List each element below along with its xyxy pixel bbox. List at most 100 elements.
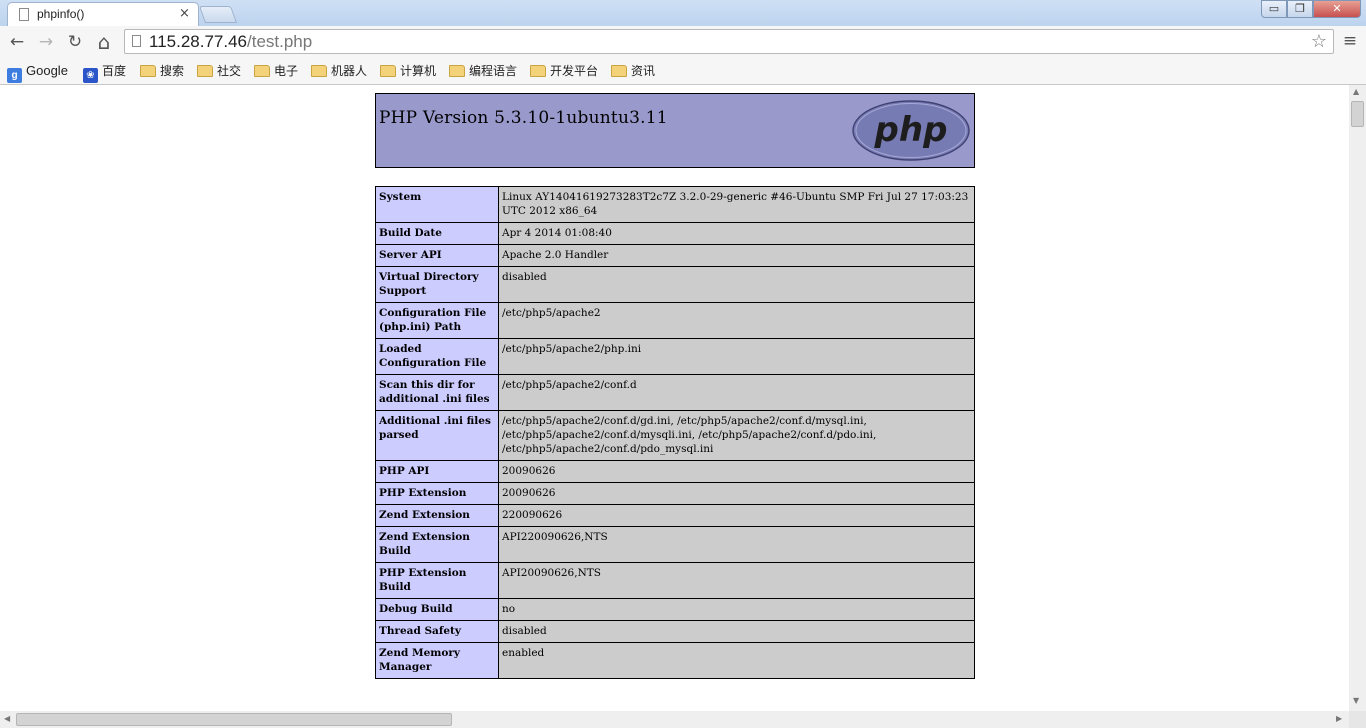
row-key: Loaded Configuration File <box>375 338 499 375</box>
table-row: Additional .ini files parsed/etc/php5/ap… <box>375 410 975 461</box>
forward-arrow-icon[interactable]: → <box>34 30 58 54</box>
bookmark-folder[interactable]: 开发平台 <box>530 62 598 80</box>
row-value: API20090626,NTS <box>498 562 975 599</box>
url-path: /test.php <box>247 32 313 51</box>
row-key: Configuration File (php.ini) Path <box>375 302 499 339</box>
bookmark-folder[interactable]: 社交 <box>197 62 241 80</box>
row-key: PHP API <box>375 460 499 483</box>
row-key: Server API <box>375 244 499 267</box>
row-key: Additional .ini files parsed <box>375 410 499 461</box>
table-row: Build Date Apr 4 2014 01:08:40 <box>375 222 975 245</box>
bookmark-folder[interactable]: 搜索 <box>140 62 184 80</box>
bookmark-label: 开发平台 <box>550 64 599 78</box>
page-title: PHP Version 5.3.10-1ubuntu3.11 <box>379 108 668 128</box>
table-row: PHP API 20090626 <box>375 460 975 483</box>
row-key: Zend Extension <box>375 504 499 527</box>
bookmark-folder[interactable]: 资讯 <box>611 62 655 80</box>
row-value: no <box>498 598 975 621</box>
url-text[interactable]: 115.28.77.46/test.php <box>149 32 312 52</box>
folder-icon <box>611 65 627 77</box>
bookmark-label: Google <box>26 63 68 78</box>
bookmark-label: 电子 <box>274 64 299 78</box>
row-key: System <box>375 186 499 223</box>
folder-icon <box>449 65 465 77</box>
table-row: System Linux AY14041619273283T2c7Z 3.2.0-… <box>375 186 975 223</box>
browser-toolbar: ← → ↻ ⌂ 115.28.77.46/test.php ☆ ≡ <box>0 26 1366 58</box>
row-value: 20090626 <box>498 482 975 505</box>
home-icon[interactable]: ⌂ <box>92 30 116 54</box>
row-value: /etc/php5/apache2 <box>498 302 975 339</box>
page-viewport: PHP Version 5.3.10-1ubuntu3.11 php Syste… <box>0 85 1349 711</box>
php-version-header: PHP Version 5.3.10-1ubuntu3.11 php <box>375 93 975 168</box>
row-value: /etc/php5/apache2/conf.d <box>498 374 975 411</box>
vertical-scrollbar[interactable]: ▲ ▼ <box>1349 85 1366 711</box>
horizontal-scroll-thumb[interactable] <box>16 713 452 726</box>
new-tab-button[interactable] <box>198 6 238 23</box>
horizontal-scrollbar[interactable]: ◀ ▶ <box>0 711 1349 728</box>
folder-icon <box>140 65 156 77</box>
table-row: Zend Memory Manager enabled <box>375 642 975 679</box>
row-value: disabled <box>498 266 975 303</box>
page-icon <box>19 8 29 21</box>
window-close-button[interactable]: ✕ <box>1313 0 1361 18</box>
table-row: Thread Safety disabled <box>375 620 975 643</box>
php-logo[interactable]: php <box>852 100 970 161</box>
row-key: Build Date <box>375 222 499 245</box>
row-value: API220090626,NTS <box>498 526 975 563</box>
row-key: PHP Extension <box>375 482 499 505</box>
bookmark-label: 搜索 <box>160 64 185 78</box>
bookmark-google[interactable]: g Google <box>7 62 68 83</box>
bookmarks-bar: g Google ❀ 百度 搜索 社交 电子 机器人 计算机 编程语言 开发平台 资… <box>0 58 1366 85</box>
address-bar[interactable]: 115.28.77.46/test.php ☆ <box>124 29 1334 54</box>
page-info-icon[interactable] <box>132 35 141 47</box>
row-value: /etc/php5/apache2/conf.d/gd.ini, /etc/ph… <box>498 410 975 461</box>
row-value: /etc/php5/apache2/php.ini <box>498 338 975 375</box>
row-key: Scan this dir for additional .ini files <box>375 374 499 411</box>
row-value: Linux AY14041619273283T2c7Z 3.2.0-29-gen… <box>498 186 975 223</box>
folder-icon <box>380 65 396 77</box>
bookmark-label: 社交 <box>217 64 242 78</box>
scroll-left-icon[interactable]: ◀ <box>4 714 10 723</box>
tab-title: phpinfo() <box>37 7 85 21</box>
vertical-scroll-thumb[interactable] <box>1351 101 1364 127</box>
row-key: Thread Safety <box>375 620 499 643</box>
table-row: Scan this dir for additional .ini files /… <box>375 374 975 411</box>
table-row: Zend Extension 220090626 <box>375 504 975 527</box>
bookmark-folder[interactable]: 电子 <box>254 62 298 80</box>
scroll-right-icon[interactable]: ▶ <box>1336 714 1342 723</box>
bookmark-baidu[interactable]: ❀ 百度 <box>83 62 126 83</box>
table-row: PHP Extension 20090626 <box>375 482 975 505</box>
minimize-button[interactable]: ▭ <box>1261 0 1287 18</box>
bookmark-folder[interactable]: 计算机 <box>380 62 436 80</box>
folder-icon <box>311 65 327 77</box>
browser-tab-active[interactable]: phpinfo() × <box>7 2 199 27</box>
bookmark-label: 资讯 <box>631 64 656 78</box>
php-info-table: System Linux AY14041619273283T2c7Z 3.2.0-… <box>375 186 975 679</box>
bookmark-folder[interactable]: 机器人 <box>311 62 367 80</box>
table-row: PHP Extension Build API20090626,NTS <box>375 562 975 599</box>
reload-icon[interactable]: ↻ <box>63 30 87 54</box>
row-value: Apache 2.0 Handler <box>498 244 975 267</box>
maximize-button[interactable]: ❐ <box>1287 0 1313 18</box>
bookmark-star-icon[interactable]: ☆ <box>1311 31 1327 52</box>
row-value: Apr 4 2014 01:08:40 <box>498 222 975 245</box>
row-key: Zend Memory Manager <box>375 642 499 679</box>
table-row: Debug Build no <box>375 598 975 621</box>
scrollbar-corner <box>1349 711 1366 728</box>
scroll-down-icon[interactable]: ▼ <box>1353 696 1359 705</box>
bookmark-label: 计算机 <box>400 64 437 78</box>
bookmark-folder[interactable]: 编程语言 <box>449 62 517 80</box>
table-row: Zend Extension Build API220090626,NTS <box>375 526 975 563</box>
tab-close-icon[interactable]: × <box>179 6 190 22</box>
scroll-up-icon[interactable]: ▲ <box>1353 87 1359 96</box>
back-arrow-icon[interactable]: ← <box>5 30 29 54</box>
row-value: 220090626 <box>498 504 975 527</box>
table-row: Loaded Configuration File/etc/php5/apach… <box>375 338 975 375</box>
google-icon: g <box>7 68 22 83</box>
row-value: disabled <box>498 620 975 643</box>
folder-icon <box>254 65 270 77</box>
row-value: 20090626 <box>498 460 975 483</box>
bookmark-label: 编程语言 <box>469 64 518 78</box>
url-host: 115.28.77.46 <box>149 32 247 51</box>
chrome-menu-icon[interactable]: ≡ <box>1340 30 1360 52</box>
